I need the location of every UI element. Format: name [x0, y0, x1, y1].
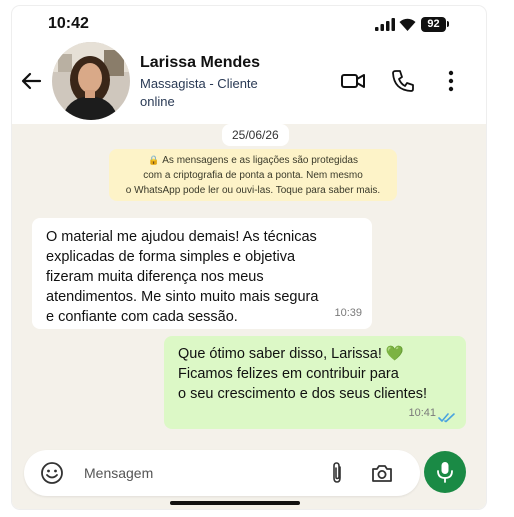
emoji-icon[interactable]	[40, 461, 64, 485]
message-line: Ficamos felizes em contribuir para	[178, 366, 399, 382]
message-time: 10:41	[408, 407, 436, 419]
camera-icon[interactable]	[370, 461, 394, 485]
message-line: e confiante com cada sessão.	[46, 309, 238, 325]
attach-icon[interactable]	[326, 461, 348, 485]
read-receipt-icon	[438, 413, 455, 423]
message-line: fizeram muita diferença nos meus	[46, 269, 264, 285]
status-bar: 10:42 92	[12, 6, 486, 36]
video-call-icon[interactable]	[340, 68, 366, 94]
voice-call-icon[interactable]	[390, 68, 416, 94]
message-composer: Mensagem	[24, 450, 420, 496]
message-time: 10:39	[334, 307, 362, 319]
phone-screen: 10:42 92 Larissa Mendes Massagista - Cli…	[12, 6, 486, 509]
contact-name[interactable]: Larissa Mendes	[140, 54, 260, 72]
contact-subtitle: Massagista - Cliente	[140, 76, 258, 91]
encryption-notice[interactable]: 🔒 As mensagens e as ligações são protegid…	[109, 149, 397, 201]
battery-level: 92	[427, 18, 440, 30]
encryption-notice-line: 🔒 As mensagens e as ligações são protegid…	[109, 153, 397, 168]
message-line: O material me ajudou demais! As técnicas	[46, 229, 317, 245]
encryption-notice-line: com a criptografia de ponta a ponta. Nem…	[143, 170, 363, 181]
encryption-notice-text: As mensagens e as ligações são protegida…	[162, 155, 358, 166]
contact-presence: online	[140, 94, 175, 109]
signal-icon	[375, 18, 395, 31]
voice-message-button[interactable]	[424, 451, 466, 493]
battery-icon: 92	[421, 17, 446, 32]
encryption-notice-line: o WhatsApp pode ler ou ouvi-las. Toque p…	[125, 185, 381, 196]
more-vert-icon[interactable]	[438, 68, 464, 94]
message-line: explicadas de forma simples e objetiva	[46, 249, 296, 265]
incoming-message[interactable]: O material me ajudou demais! As técnicas…	[32, 218, 372, 329]
outgoing-message[interactable]: Que ótimo saber disso, Larissa! 💚 Ficamo…	[164, 336, 466, 429]
chat-header: Larissa Mendes Massagista - Cliente onli…	[12, 36, 486, 124]
microphone-icon	[437, 462, 453, 483]
avatar[interactable]	[52, 42, 130, 120]
message-input[interactable]: Mensagem	[84, 465, 153, 481]
message-line: o seu crescimento e dos seus clientes!	[178, 386, 428, 402]
wifi-icon	[399, 18, 416, 31]
back-arrow-icon[interactable]	[20, 70, 42, 92]
status-time: 10:42	[48, 15, 89, 32]
battery-tip	[447, 21, 449, 27]
date-chip: 25/06/26	[222, 124, 289, 146]
lock-icon: 🔒	[148, 155, 160, 165]
home-indicator[interactable]	[170, 501, 300, 505]
message-line: atendimentos. Me sinto muito mais segura	[46, 289, 319, 305]
message-line: Que ótimo saber disso, Larissa! 💚	[178, 346, 404, 362]
chat-area[interactable]: 25/06/26 🔒 As mensagens e as ligações são…	[12, 124, 486, 509]
